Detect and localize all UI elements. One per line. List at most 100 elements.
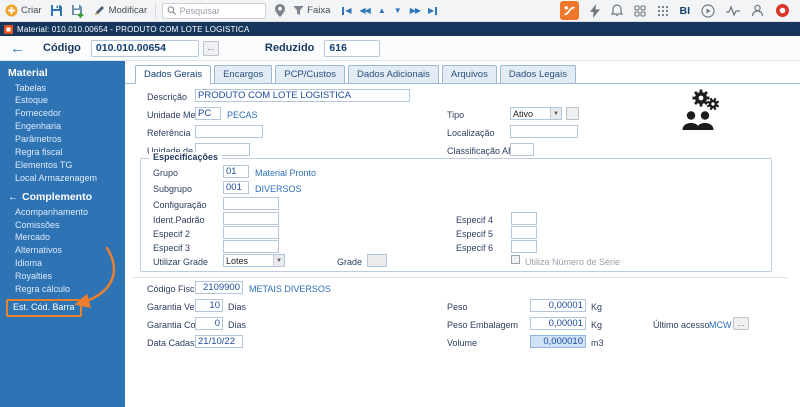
- utiliza-serie-checkbox: [511, 255, 520, 264]
- garantia-venda-input[interactable]: [195, 299, 223, 312]
- exit-button[interactable]: [775, 3, 790, 18]
- nav-up-button[interactable]: ▲: [378, 6, 386, 15]
- subgrupo-input[interactable]: [223, 181, 249, 194]
- tab-dados-adicionais[interactable]: Dados Adicionais: [347, 65, 439, 83]
- garantia-compra-input[interactable]: [195, 317, 223, 330]
- grupo-desc: Material Pronto: [255, 168, 317, 178]
- user-profile-button[interactable]: [751, 4, 764, 17]
- edit-pencil-icon: [94, 6, 104, 15]
- grupo-label: Grupo: [153, 168, 179, 178]
- peso-label: Peso: [447, 302, 468, 312]
- subgrupo-desc: DIVERSOS: [255, 184, 302, 194]
- tipo-extra-button[interactable]: [566, 107, 579, 120]
- codigo-input[interactable]: [90, 39, 199, 57]
- app-logo-button[interactable]: [559, 1, 579, 20]
- sidebar-item-mercado[interactable]: Mercado: [0, 232, 125, 245]
- sidebar-item-engenharia[interactable]: Engenharia: [0, 121, 125, 134]
- sidebar-item-royalties[interactable]: Royalties: [0, 271, 125, 284]
- peso-embalagem-unit: Kg: [591, 320, 603, 330]
- tab-pcp-custos[interactable]: PCP/Custos: [275, 65, 345, 83]
- ultimo-acesso-value: MCW: [709, 320, 732, 330]
- location-pin-button[interactable]: [275, 4, 286, 17]
- sidebar-item-local-armazenagem[interactable]: Local Armazenagem: [0, 172, 125, 185]
- grupo-input[interactable]: [223, 165, 249, 178]
- tab-encargos[interactable]: Encargos: [214, 65, 273, 83]
- save-new-button[interactable]: [71, 4, 85, 18]
- nav-last-arrow-icon: ▶: [428, 6, 435, 15]
- referencia-label: Referência: [147, 128, 191, 138]
- especif4-input[interactable]: [511, 212, 537, 225]
- nav-fast-prev-button[interactable]: ◀◀: [360, 6, 371, 15]
- volume-input[interactable]: [530, 335, 586, 348]
- save-icon: [50, 5, 62, 16]
- monitor-button[interactable]: [726, 4, 740, 17]
- localizacao-input[interactable]: [510, 125, 578, 138]
- sidebar-item-estoque[interactable]: Estoque: [0, 95, 125, 108]
- especif6-input[interactable]: [511, 240, 537, 253]
- tab-dados-gerais[interactable]: Dados Gerais: [135, 65, 212, 84]
- reduzido-input[interactable]: [324, 39, 381, 57]
- unidade-medida-desc: PECAS: [227, 110, 258, 120]
- modificar-label: Modificar: [108, 5, 148, 16]
- sidebar-item-idioma[interactable]: Idioma: [0, 258, 125, 271]
- sidebar-item-tabelas[interactable]: Tabelas: [0, 82, 125, 95]
- quick-actions-button[interactable]: [589, 3, 600, 18]
- notifications-button[interactable]: [610, 4, 623, 17]
- nav-first-button[interactable]: ◀: [342, 6, 352, 15]
- unidade-medida-input[interactable]: [195, 107, 221, 120]
- peso-input[interactable]: [530, 299, 586, 312]
- criar-button[interactable]: Criar: [5, 4, 42, 17]
- nav-fast-next-icon: ▶▶: [409, 6, 421, 15]
- sidebar-item-elementos-tg[interactable]: Elementos TG: [0, 159, 125, 172]
- nav-last-bar-icon: [435, 6, 438, 15]
- codigo-lookup-button[interactable]: ...: [202, 40, 219, 56]
- back-arrow-icon: ←: [10, 39, 25, 57]
- modules-menu-button[interactable]: [657, 5, 669, 17]
- search-input[interactable]: [179, 5, 262, 16]
- especif3-input[interactable]: [223, 240, 279, 253]
- ultimo-acesso-lookup-button[interactable]: ...: [733, 317, 749, 330]
- reduzido-label: Reduzido: [264, 42, 315, 54]
- sidebar-section-complemento[interactable]: ← Complemento: [0, 185, 125, 206]
- nav-down-button[interactable]: ▼: [394, 6, 402, 15]
- app-window: Criar Modificar Faixa ◀ ◀◀ ▲ ▼ ▶▶: [0, 0, 800, 407]
- sidebar-item-parametros[interactable]: Parâmetros: [0, 134, 125, 147]
- main-area: Material Tabelas Estoque Fornecedor Enge…: [0, 61, 800, 407]
- configuracao-input[interactable]: [223, 197, 279, 210]
- tab-dados-legais[interactable]: Dados Legais: [499, 65, 576, 83]
- faixa-button[interactable]: Faixa: [293, 5, 330, 16]
- sidebar-item-fornecedor[interactable]: Fornecedor: [0, 108, 125, 121]
- activity-pulse-icon: [726, 4, 740, 17]
- especif4-label: Especif 4: [456, 215, 494, 225]
- sidebar-item-regra-calculo[interactable]: Regra cálculo: [0, 283, 125, 296]
- ident-padrao-input[interactable]: [223, 212, 279, 225]
- data-cadastro-input[interactable]: [195, 335, 243, 348]
- especif2-input[interactable]: [223, 226, 279, 239]
- referencia-input[interactable]: [195, 125, 263, 138]
- sidebar-item-comissoes[interactable]: Comissões: [0, 219, 125, 232]
- back-button[interactable]: ←: [10, 41, 25, 56]
- sidebar-item-regra-fiscal[interactable]: Regra fiscal: [0, 146, 125, 159]
- descricao-label: Descrição: [147, 92, 188, 102]
- sidebar-item-est-cod-barra[interactable]: Est. Cód. Barra: [6, 299, 82, 318]
- sidebar-item-alternativos[interactable]: Alternativos: [0, 245, 125, 258]
- save-button[interactable]: [50, 4, 63, 17]
- classificacao-abc-input[interactable]: [510, 143, 534, 156]
- play-button[interactable]: [701, 3, 715, 18]
- nav-fast-next-button[interactable]: ▶▶: [409, 6, 421, 15]
- especif5-input[interactable]: [511, 226, 537, 239]
- sidebar-item-acompanhamento[interactable]: Acompanhamento: [0, 206, 125, 219]
- tab-arquivos[interactable]: Arquivos: [441, 65, 497, 83]
- criar-plus-icon: [5, 4, 18, 17]
- nav-last-button[interactable]: ▶: [428, 6, 438, 15]
- tipo-select[interactable]: Ativo ▼: [510, 107, 562, 120]
- codigo-fiscal-desc: METAIS DIVERSOS: [249, 284, 331, 294]
- apps-button[interactable]: [633, 4, 646, 17]
- bi-button[interactable]: BI: [680, 5, 691, 17]
- descricao-input[interactable]: [195, 89, 410, 102]
- peso-embalagem-input[interactable]: [530, 317, 586, 330]
- modificar-button[interactable]: Modificar: [93, 4, 148, 17]
- sidebar-section-complemento-label: Complemento: [22, 191, 93, 204]
- utilizar-grade-select[interactable]: Lotes ▼: [223, 254, 285, 267]
- codigo-fiscal-input[interactable]: [195, 281, 243, 294]
